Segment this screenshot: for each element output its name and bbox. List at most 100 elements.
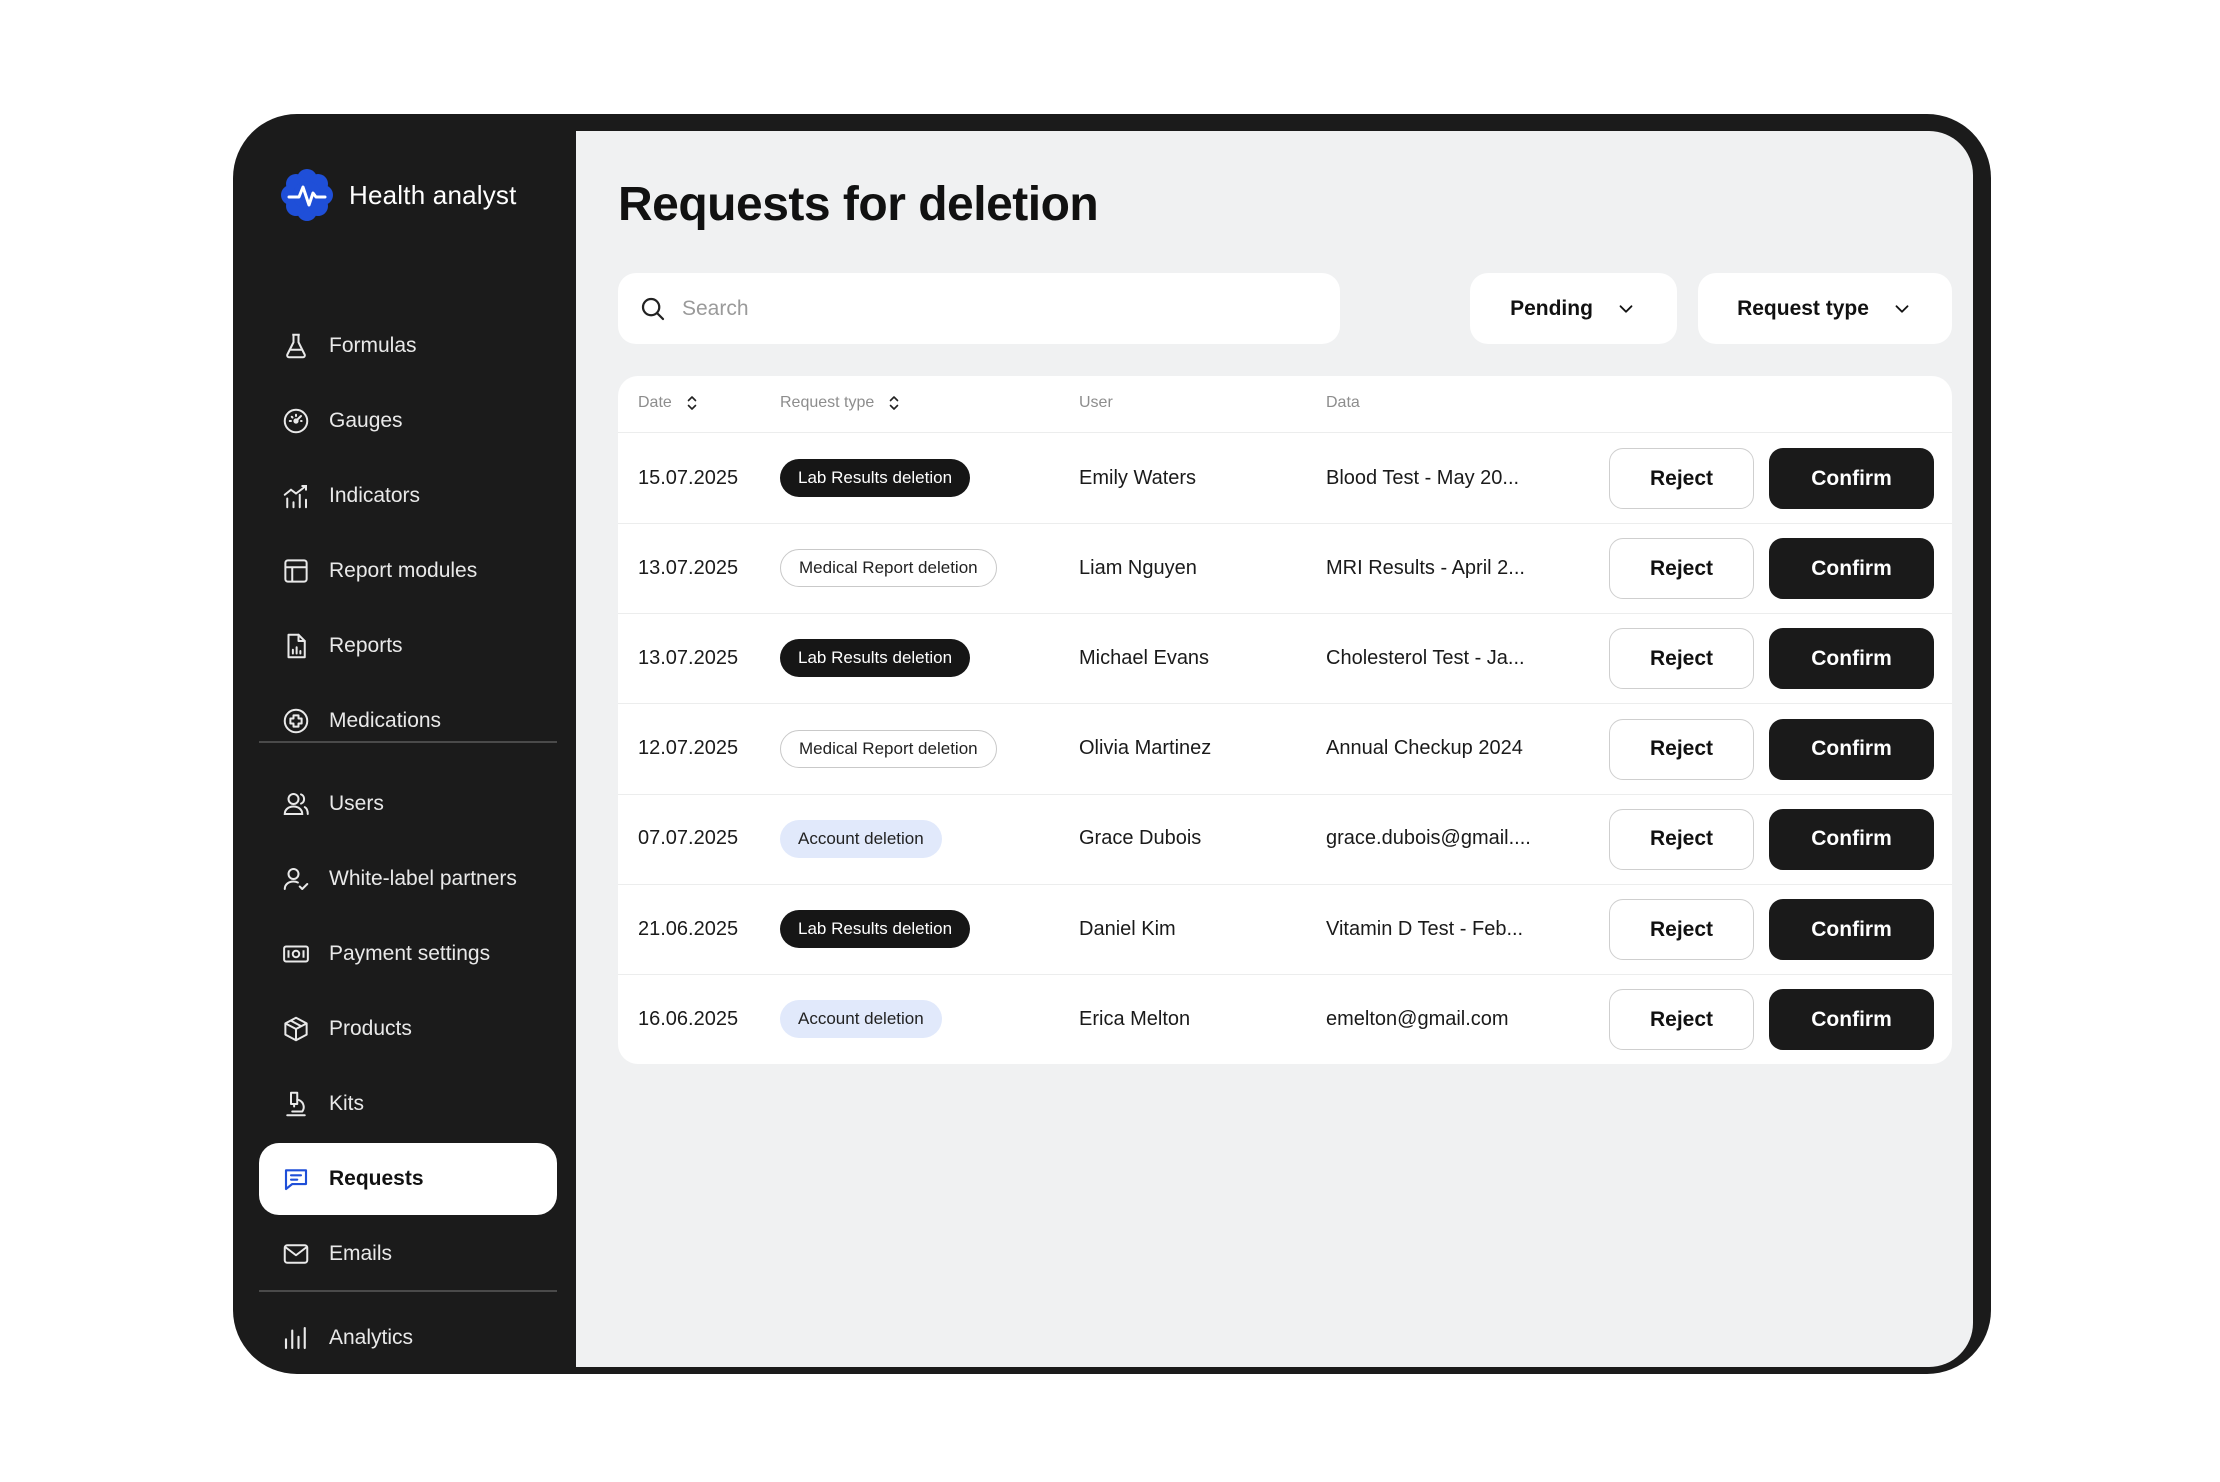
sidebar-item-emails[interactable]: Emails xyxy=(259,1218,557,1290)
request-type-badge: Medical Report deletion xyxy=(780,729,997,768)
request-type-badge: Lab Results deletion xyxy=(780,459,971,497)
sidebar-item-gauges[interactable]: Gauges xyxy=(259,385,557,457)
date-cell: 16.06.2025 xyxy=(638,1007,739,1030)
date-cell: 13.07.2025 xyxy=(638,556,739,579)
report-chart-icon xyxy=(287,633,306,659)
sidebar-item-reports[interactable]: Reports xyxy=(259,610,557,682)
brand[interactable]: Health analyst xyxy=(279,166,517,224)
sidebar-item-label: Payment settings xyxy=(329,942,491,965)
date-cell: 12.07.2025 xyxy=(638,737,739,760)
data-cell: Cholesterol Test - Ja... xyxy=(1326,646,1525,669)
request-type-cell: Lab Results deletion xyxy=(780,613,971,703)
request-type-cell: Account deletion xyxy=(780,794,942,884)
confirm-button[interactable]: Confirm xyxy=(1769,448,1934,509)
sidebar: Health analyst Formulas Gauges Indicator… xyxy=(233,114,576,1374)
request-type-filter-dropdown[interactable]: Request type xyxy=(1698,273,1952,344)
request-type-badge: Lab Results deletion xyxy=(780,639,971,678)
user-cell: Emily Waters xyxy=(1079,466,1197,489)
user-cell: Olivia Martinez xyxy=(1079,737,1212,760)
medical-cross-icon xyxy=(283,708,309,734)
sidebar-item-label: Requests xyxy=(329,1167,424,1190)
reject-button[interactable]: Reject xyxy=(1609,808,1754,870)
sidebar-item-indicators[interactable]: Indicators xyxy=(259,460,557,532)
main-panel: Requests for deletion Pending Request ty… xyxy=(576,131,1973,1367)
data-cell: Annual Checkup 2024 xyxy=(1326,737,1523,760)
table-row: 07.07.2025 Account deletion Grace Dubois gr… xyxy=(618,794,1952,885)
sidebar-item-formulas[interactable]: Formulas xyxy=(259,310,557,382)
table-row: 21.06.2025 Lab Results deletion Daniel Kim… xyxy=(618,884,1952,975)
nav-divider xyxy=(259,1290,557,1292)
column-header-request-type[interactable]: Request type xyxy=(780,394,900,412)
sidebar-item-label: Report modules xyxy=(329,559,478,582)
column-header-user: User xyxy=(1079,394,1113,411)
chevron-down-icon xyxy=(1895,304,1909,313)
sidebar-item-label: Formulas xyxy=(329,334,417,357)
requests-table: Date Request type User Data 15.07.2025 La… xyxy=(618,376,1952,1064)
sidebar-item-kits[interactable]: Kits xyxy=(259,1068,557,1140)
sidebar-item-medications[interactable]: Medications xyxy=(259,685,557,757)
reject-button[interactable]: Reject xyxy=(1609,628,1754,690)
confirm-button[interactable]: Confirm xyxy=(1769,808,1934,870)
sidebar-item-products[interactable]: Products xyxy=(259,993,557,1065)
column-header-date[interactable]: Date xyxy=(638,394,698,412)
confirm-button[interactable]: Confirm xyxy=(1769,718,1934,780)
user-cell: Erica Melton xyxy=(1079,1007,1191,1030)
sidebar-item-label: Gauges xyxy=(329,409,403,432)
brand-name: Health analyst xyxy=(349,179,517,210)
user-cell: Michael Evans xyxy=(1079,646,1210,669)
sidebar-item-label: Products xyxy=(329,1017,412,1040)
table-row: 15.07.2025 Lab Results deletion Emily Wate… xyxy=(618,433,1952,524)
status-filter-dropdown[interactable]: Pending xyxy=(1470,273,1677,344)
sidebar-item-white-label-partners[interactable]: White-label partners xyxy=(259,843,557,915)
gauge-icon xyxy=(283,408,309,434)
sidebar-item-report-modules[interactable]: Report modules xyxy=(259,535,557,607)
sort-icon xyxy=(889,396,899,410)
app-frame: Health analyst Formulas Gauges Indicator… xyxy=(233,114,1991,1374)
sidebar-item-label: Kits xyxy=(329,1092,365,1115)
sidebar-item-label: Medications xyxy=(329,709,442,732)
request-type-cell: Lab Results deletion xyxy=(780,884,971,974)
data-cell: emelton@gmail.com xyxy=(1326,1007,1509,1030)
sidebar-item-users[interactable]: Users xyxy=(259,768,557,840)
date-cell: 13.07.2025 xyxy=(638,646,739,669)
request-type-cell: Medical Report deletion xyxy=(780,704,997,794)
user-cell: Daniel Kim xyxy=(1079,917,1176,940)
sidebar-item-label: Analytics xyxy=(329,1326,414,1349)
reject-button[interactable]: Reject xyxy=(1609,899,1754,960)
table-row: 12.07.2025 Medical Report deletion Olivia … xyxy=(618,704,1952,795)
reject-button[interactable]: Reject xyxy=(1609,718,1754,780)
sidebar-item-requests[interactable]: Requests xyxy=(259,1143,557,1215)
sidebar-item-payment-settings[interactable]: Payment settings xyxy=(259,918,557,990)
sidebar-item-label: White-label partners xyxy=(329,867,517,890)
confirm-button[interactable]: Confirm xyxy=(1769,989,1934,1051)
health-logo-icon xyxy=(281,169,333,221)
request-type-badge: Account deletion xyxy=(780,1000,942,1039)
date-cell: 15.07.2025 xyxy=(638,466,739,489)
date-cell: 07.07.2025 xyxy=(638,827,739,850)
search-box[interactable] xyxy=(618,273,1340,344)
nav-divider xyxy=(259,741,557,743)
request-type-badge: Account deletion xyxy=(780,819,942,858)
table-header: Date Request type User Data xyxy=(618,376,1952,433)
table-row: 16.06.2025 Account deletion Erica Melton em… xyxy=(618,974,1952,1064)
flask-icon xyxy=(286,333,306,359)
confirm-button[interactable]: Confirm xyxy=(1769,628,1934,690)
request-type-filter-value: Request type xyxy=(1737,296,1869,320)
reject-button[interactable]: Reject xyxy=(1609,448,1754,509)
confirm-button[interactable]: Confirm xyxy=(1769,538,1934,600)
mail-icon xyxy=(283,1244,309,1264)
sidebar-item-analytics[interactable]: Analytics xyxy=(259,1302,557,1374)
data-cell: MRI Results - April 2... xyxy=(1326,556,1525,579)
indicators-icon xyxy=(283,485,307,509)
request-type-badge: Lab Results deletion xyxy=(780,910,971,948)
sidebar-item-label: Reports xyxy=(329,634,403,657)
data-cell: Blood Test - May 20... xyxy=(1326,466,1520,489)
user-check-icon xyxy=(283,868,309,890)
reject-button[interactable]: Reject xyxy=(1609,538,1754,600)
search-input[interactable] xyxy=(680,295,1304,322)
confirm-button[interactable]: Confirm xyxy=(1769,899,1934,960)
table-row: 13.07.2025 Medical Report deletion Liam Ng… xyxy=(618,523,1952,615)
reject-button[interactable]: Reject xyxy=(1609,989,1754,1051)
search-icon xyxy=(641,297,665,320)
sort-icon xyxy=(687,396,697,410)
